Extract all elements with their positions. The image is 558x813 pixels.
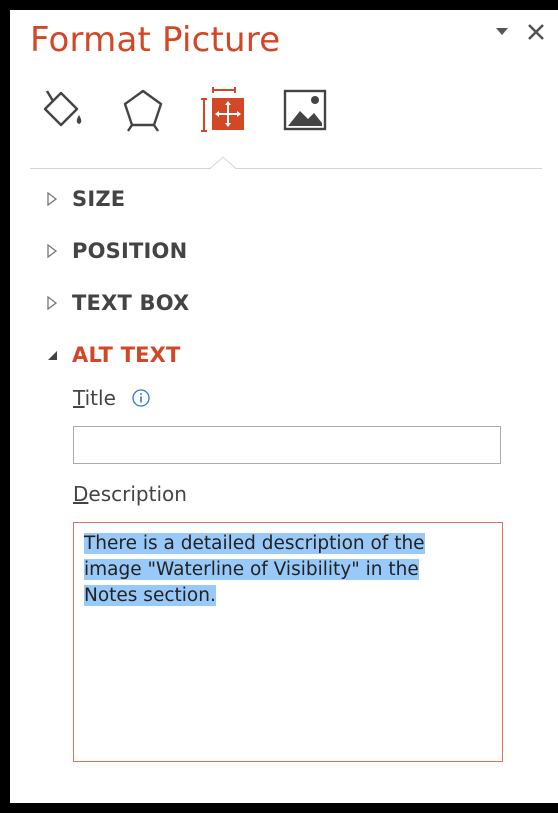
tab-divider: [30, 168, 542, 169]
section-size[interactable]: SIZE: [44, 184, 125, 214]
tab-fill-line[interactable]: [38, 82, 86, 138]
pane-title: Format Picture: [30, 20, 281, 60]
close-button[interactable]: [526, 22, 546, 42]
description-textarea[interactable]: There is a detailed description of the i…: [73, 522, 503, 762]
description-text: There is a detailed description of the i…: [84, 531, 492, 609]
window-frame: Format Picture SIZE POSITION TEXT BOX AL…: [0, 0, 558, 813]
format-picture-pane: Format Picture SIZE POSITION TEXT BOX AL…: [10, 10, 558, 803]
section-text-box[interactable]: TEXT BOX: [44, 288, 189, 318]
task-pane-options-button[interactable]: [492, 22, 512, 42]
info-icon[interactable]: [131, 388, 151, 408]
section-alt-text[interactable]: ALT TEXT: [44, 340, 181, 370]
expand-arrow-icon: [44, 244, 60, 258]
size-properties-icon: [201, 87, 244, 132]
description-line: image "Waterline of Visibility" in the: [84, 559, 419, 580]
tab-size-properties[interactable]: [200, 82, 248, 138]
tab-effects[interactable]: [119, 82, 167, 138]
section-label: ALT TEXT: [72, 343, 181, 367]
section-label: TEXT BOX: [72, 291, 190, 315]
close-icon: [528, 24, 544, 40]
section-label: SIZE: [72, 187, 126, 211]
description-line: Notes section.: [84, 585, 216, 606]
section-label: POSITION: [72, 239, 188, 263]
active-tab-notch: [210, 156, 236, 170]
expand-arrow-icon: [44, 296, 60, 310]
collapse-arrow-icon: [44, 349, 60, 361]
category-tabs: [38, 82, 362, 138]
picture-icon: [283, 89, 327, 131]
tab-picture[interactable]: [281, 82, 329, 138]
paint-bucket-icon: [43, 90, 82, 127]
pane-controls: [492, 22, 546, 42]
description-field-label: Description: [73, 482, 187, 506]
title-input[interactable]: [73, 426, 501, 464]
expand-arrow-icon: [44, 192, 60, 206]
pentagon-effects-icon: [123, 89, 163, 132]
section-position[interactable]: POSITION: [44, 236, 187, 266]
caret-down-icon: [496, 28, 508, 35]
title-field-label: Title: [73, 386, 116, 410]
description-line: There is a detailed description of the: [84, 533, 425, 554]
